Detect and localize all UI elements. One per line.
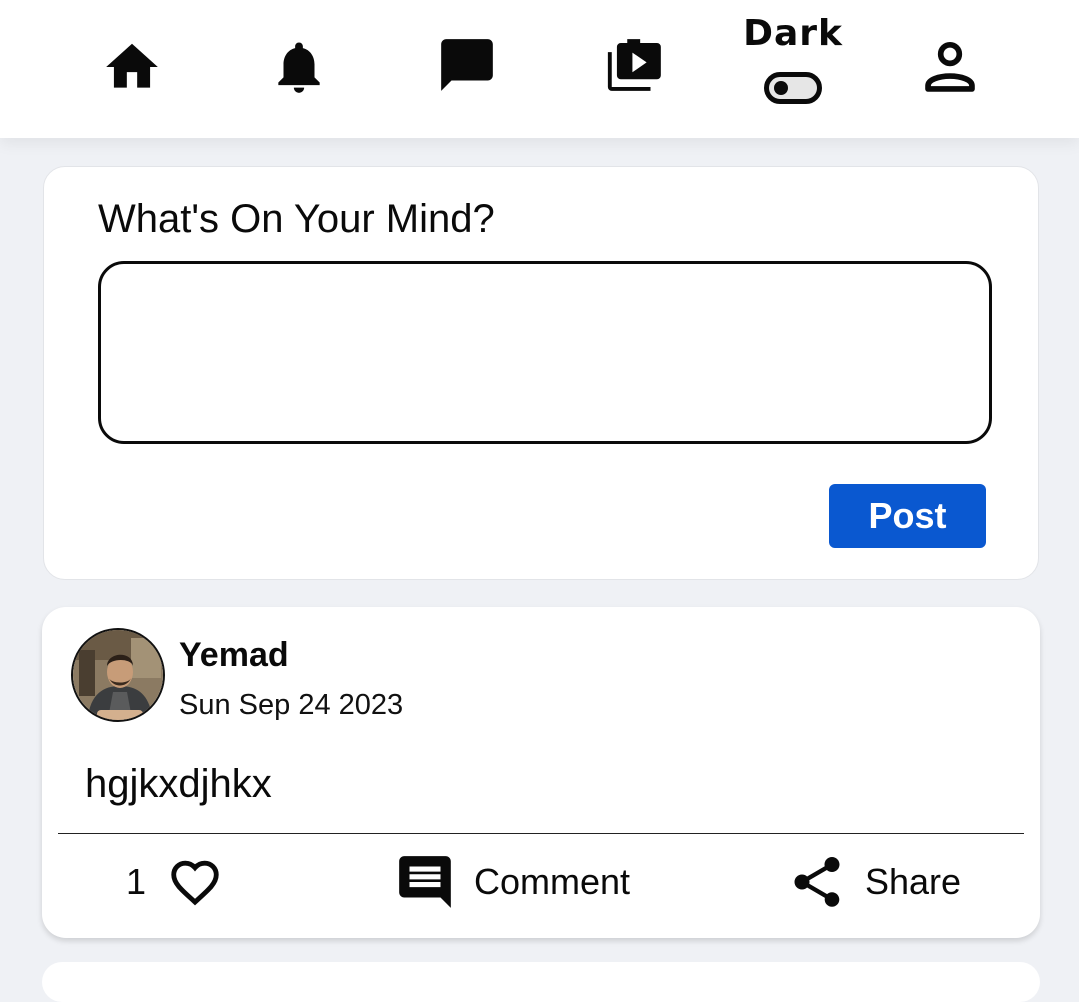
comment-button[interactable]: Comment xyxy=(394,847,630,917)
composer-title: What's On Your Mind? xyxy=(98,197,495,241)
post-divider xyxy=(58,833,1024,834)
post-content: hgjkxdjhkx xyxy=(85,762,272,806)
nav-messages-button[interactable] xyxy=(422,20,512,110)
avatar-photo xyxy=(73,630,163,720)
share-label: Share xyxy=(865,861,962,902)
share-icon xyxy=(794,857,840,907)
nav-profile-button[interactable] xyxy=(905,22,995,112)
heart-icon xyxy=(171,860,219,906)
theme-toggle-group: Dark xyxy=(740,14,846,114)
person-icon xyxy=(925,41,975,92)
chat-icon xyxy=(441,39,493,91)
nav-home-button[interactable] xyxy=(87,22,177,112)
next-post-card xyxy=(42,962,1040,1002)
dark-mode-label: Dark xyxy=(743,13,843,54)
share-button[interactable]: Share xyxy=(787,847,961,917)
toggle-knob xyxy=(774,81,788,95)
like-count: 1 xyxy=(126,861,147,902)
author-avatar[interactable] xyxy=(71,628,165,722)
post-composer-card: What's On Your Mind? Post xyxy=(43,166,1039,580)
post-text-input[interactable] xyxy=(98,261,992,444)
bell-icon xyxy=(278,42,320,93)
home-icon xyxy=(106,43,158,88)
top-navigation-bar: Dark xyxy=(0,0,1079,138)
dark-mode-toggle[interactable] xyxy=(764,72,822,104)
nav-videos-button[interactable] xyxy=(590,20,680,110)
comment-label: Comment xyxy=(474,861,631,902)
post-button[interactable]: Post xyxy=(829,484,986,548)
author-name[interactable]: Yemad xyxy=(179,636,289,674)
nav-notifications-button[interactable] xyxy=(254,22,344,112)
post-date: Sun Sep 24 2023 xyxy=(179,689,404,721)
video-library-icon xyxy=(607,39,661,91)
like-button[interactable]: 1 xyxy=(126,847,224,917)
post-card: Yemad Sun Sep 24 2023 hgjkxdjhkx 1 Comme… xyxy=(42,607,1040,938)
comment-icon xyxy=(399,856,451,908)
